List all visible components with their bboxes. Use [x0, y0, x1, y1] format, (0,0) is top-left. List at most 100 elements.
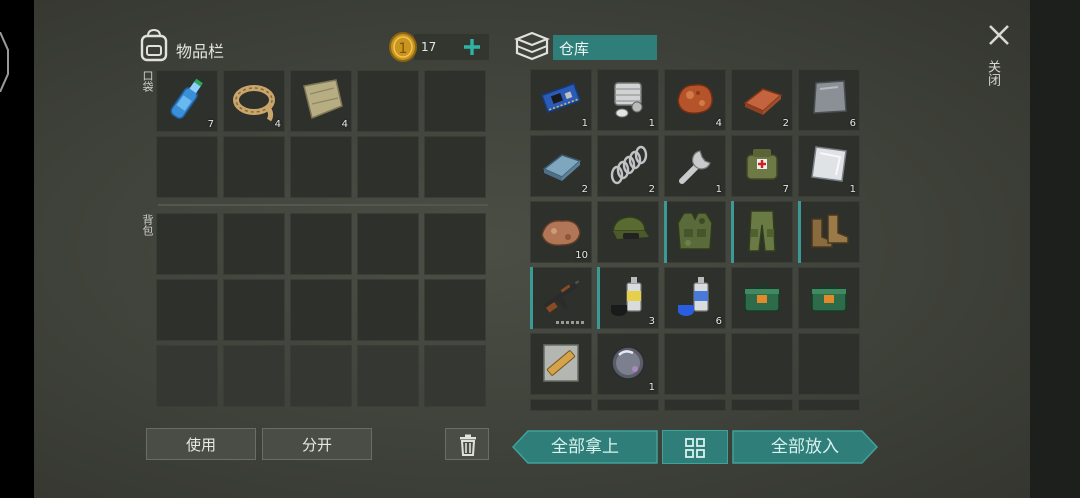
item-slot-ammo-box-1[interactable] — [731, 267, 793, 329]
item-slot-blueprint[interactable] — [530, 333, 592, 395]
item-slot-medical-bag[interactable]: 7 — [731, 135, 793, 197]
empty-slot[interactable] — [156, 213, 218, 275]
spring-icon — [610, 145, 648, 185]
empty-slot[interactable] — [424, 70, 486, 132]
copper-ingot-icon — [743, 88, 783, 115]
empty-slot[interactable] — [223, 136, 285, 198]
empty-slot[interactable] — [424, 345, 486, 407]
use-button[interactable]: 使用 — [146, 428, 256, 460]
empty-slot[interactable] — [731, 333, 793, 395]
item-slot-copper-ingot[interactable]: 2 — [731, 69, 793, 131]
item-slot-ammo-box-2[interactable] — [798, 267, 860, 329]
empty-slot[interactable] — [290, 279, 352, 341]
item-slot-circuit-board[interactable]: 1 — [530, 69, 592, 131]
empty-slot[interactable] — [798, 399, 860, 411]
item-slot-glass-lens[interactable]: 1 — [597, 333, 659, 395]
right-edge-bar — [1030, 0, 1080, 498]
put-all-button[interactable]: 全部放入 — [732, 430, 878, 464]
empty-slot[interactable] — [290, 213, 352, 275]
spray-can-black-icon — [611, 277, 642, 316]
sort-button[interactable] — [662, 430, 728, 464]
pocket-label: 口袋 — [141, 70, 154, 92]
empty-slot[interactable] — [798, 333, 860, 395]
backpack-icon — [140, 28, 168, 62]
item-slot-assault-rifle[interactable] — [530, 267, 592, 329]
item-slot-wrench[interactable]: 1 — [664, 135, 726, 197]
empty-slot[interactable] — [223, 213, 285, 275]
durability-dot — [576, 321, 579, 324]
iron-ore-icon — [541, 220, 581, 247]
item-slot-boots[interactable] — [798, 201, 860, 263]
empty-slot[interactable] — [357, 279, 419, 341]
item-slot-water-bottle[interactable]: 7 — [156, 70, 218, 132]
item-slot-iron-ore[interactable]: 10 — [530, 201, 592, 263]
item-count: 2 — [581, 184, 588, 195]
cloth-icon — [303, 79, 343, 120]
take-all-button[interactable]: 全部拿上 — [512, 430, 658, 464]
item-slot-spray-can-black[interactable]: 3 — [597, 267, 659, 329]
boots-icon — [811, 214, 849, 248]
iron-ingot-icon — [542, 154, 582, 181]
empty-slot[interactable] — [664, 333, 726, 395]
item-slot-rope[interactable]: 4 — [223, 70, 285, 132]
empty-slot[interactable] — [357, 213, 419, 275]
glass-lens-icon — [611, 346, 645, 380]
storage-title-bar: 仓库 — [553, 35, 657, 60]
item-count: 1 — [849, 184, 856, 195]
add-coins-icon[interactable] — [462, 37, 482, 57]
empty-slot[interactable] — [223, 345, 285, 407]
item-count: 1 — [648, 118, 655, 129]
durability-dot — [571, 321, 574, 324]
empty-slot[interactable] — [424, 136, 486, 198]
empty-slot[interactable] — [223, 279, 285, 341]
empty-slot[interactable] — [357, 70, 419, 132]
empty-slot[interactable] — [664, 399, 726, 411]
item-slot-steel-sheet[interactable]: 1 — [798, 135, 860, 197]
item-slot-spring[interactable]: 2 — [597, 135, 659, 197]
item-slot-copper-ore[interactable]: 4 — [664, 69, 726, 131]
empty-slot[interactable] — [424, 279, 486, 341]
camo-vest-icon — [677, 212, 713, 250]
empty-slot[interactable] — [530, 399, 592, 411]
empty-slot[interactable] — [357, 136, 419, 198]
item-slot-camo-vest[interactable] — [664, 201, 726, 263]
item-count: 10 — [575, 250, 588, 261]
svg-text:1: 1 — [399, 41, 408, 57]
item-slot-camo-pants[interactable] — [731, 201, 793, 263]
camo-pants-icon — [748, 210, 776, 252]
empty-slot[interactable] — [290, 136, 352, 198]
item-slot-cloth[interactable]: 4 — [290, 70, 352, 132]
close-label[interactable]: 关闭 — [985, 60, 1002, 100]
game-inventory-screen: 物品栏 1 17 口袋 背包 744 仓库 1 1 4 2 6 2 2 1 7 1 10 3 6 1 关闭… — [34, 0, 1030, 498]
empty-slot[interactable] — [357, 345, 419, 407]
ammo-box-2-icon — [811, 282, 847, 312]
item-slot-spray-can-blue[interactable]: 6 — [664, 267, 726, 329]
item-slot-iron-ingot[interactable]: 2 — [530, 135, 592, 197]
item-slot-military-cap[interactable] — [597, 201, 659, 263]
empty-slot[interactable] — [731, 399, 793, 411]
storage-title: 仓库 — [559, 40, 590, 58]
inventory-title: 物品栏 — [176, 42, 225, 61]
durability-dot — [566, 321, 569, 324]
storage-box-icon — [514, 31, 550, 61]
empty-slot[interactable] — [156, 279, 218, 341]
item-slot-engine-part[interactable]: 1 — [597, 69, 659, 131]
empty-slot[interactable] — [156, 136, 218, 198]
item-count: 1 — [648, 382, 655, 393]
trash-button[interactable] — [445, 428, 489, 460]
empty-slot[interactable] — [597, 399, 659, 411]
close-icon[interactable] — [988, 24, 1010, 46]
backpack-label: 背包 — [141, 214, 154, 236]
grid-sort-icon — [685, 438, 705, 458]
item-slot-metal-plate[interactable]: 6 — [798, 69, 860, 131]
empty-slot[interactable] — [156, 345, 218, 407]
item-count: 7 — [207, 119, 214, 130]
empty-slot[interactable] — [290, 345, 352, 407]
split-button[interactable]: 分开 — [262, 428, 372, 460]
item-count: 4 — [274, 119, 281, 130]
coin-count: 17 — [421, 40, 437, 54]
item-count: 2 — [648, 184, 655, 195]
spray-can-blue-icon — [678, 277, 709, 316]
item-count: 4 — [715, 118, 722, 129]
empty-slot[interactable] — [424, 213, 486, 275]
